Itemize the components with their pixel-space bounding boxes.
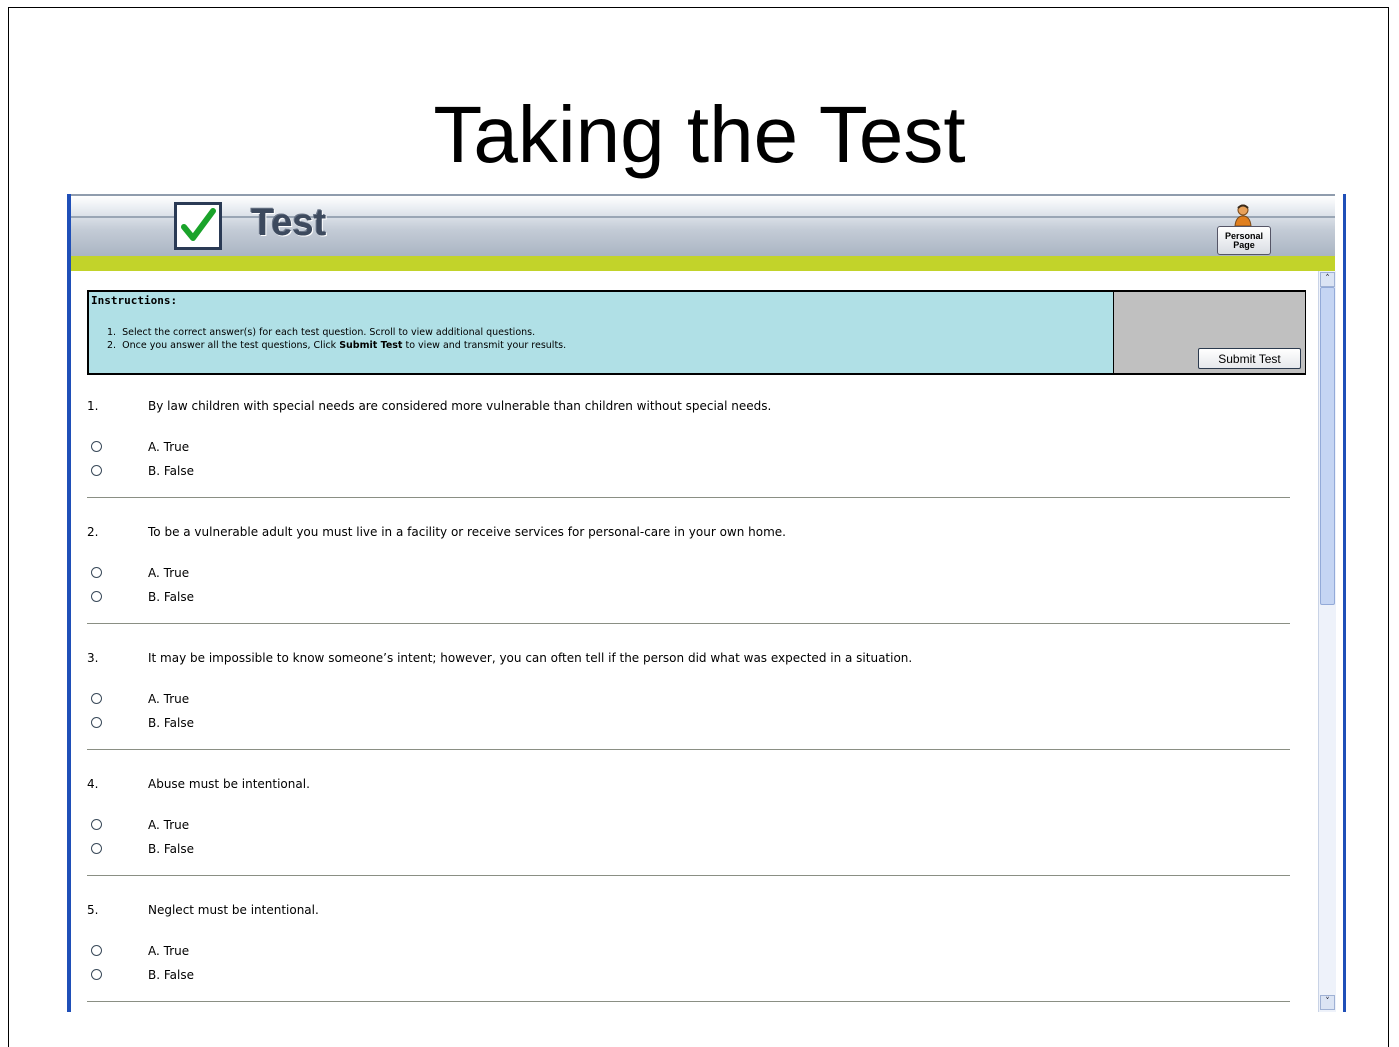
radio-button[interactable]: [91, 441, 102, 452]
instruction-step-2: 2. Once you answer all the test question…: [107, 340, 566, 351]
option-label: B. False: [148, 716, 194, 730]
radio-button[interactable]: [91, 969, 102, 980]
instructions-panel: Instructions: 1. Select the correct answ…: [87, 290, 1306, 375]
app-name: Test: [251, 202, 327, 244]
accent-bar: [71, 256, 1335, 271]
radio-button[interactable]: [91, 693, 102, 704]
question-number: 3.: [87, 651, 99, 665]
instructions-text: Instructions: 1. Select the correct answ…: [89, 292, 1113, 373]
option-label: B. False: [148, 464, 194, 478]
scroll-down-icon[interactable]: ˅: [1320, 995, 1335, 1010]
app-header: Test Personal Page: [71, 194, 1335, 258]
question-number: 1.: [87, 399, 99, 413]
question-divider: [87, 749, 1290, 750]
slide-title: Taking the Test: [433, 90, 966, 179]
question-divider: [87, 1001, 1290, 1002]
question-text: Abuse must be intentional.: [148, 777, 310, 791]
option-label: A. True: [148, 440, 190, 454]
radio-button[interactable]: [91, 945, 102, 956]
question-number: 2.: [87, 525, 99, 539]
question-text: By law children with special needs are c…: [148, 399, 772, 413]
step-text: Once you answer all the test questions, …: [122, 340, 340, 351]
radio-button[interactable]: [91, 843, 102, 854]
vertical-scrollbar[interactable]: ˄ ˅: [1318, 271, 1336, 1012]
question-3: 3. It may be impossible to know someone’…: [71, 651, 1321, 777]
step-text-end: to view and transmit your results.: [402, 340, 567, 351]
question-text: To be a vulnerable adult you must live i…: [148, 525, 786, 539]
window-right-border: [1343, 194, 1346, 1012]
radio-button[interactable]: [91, 567, 102, 578]
question-2: 2. To be a vulnerable adult you must liv…: [71, 525, 1321, 651]
checkmark-icon: [174, 202, 222, 250]
option-label: A. True: [148, 566, 190, 580]
person-icon: [1234, 204, 1252, 226]
step-number: 1.: [107, 327, 117, 338]
personal-page-label-2: Page: [1233, 240, 1255, 250]
option-label: B. False: [148, 968, 194, 982]
option-label: B. False: [148, 842, 194, 856]
question-divider: [87, 497, 1290, 498]
question-divider: [87, 623, 1290, 624]
option-label: A. True: [148, 818, 190, 832]
test-content: Instructions: 1. Select the correct answ…: [71, 271, 1321, 1012]
personal-page-button[interactable]: Personal Page: [1217, 226, 1271, 255]
scroll-thumb[interactable]: [1320, 287, 1335, 605]
scroll-up-icon[interactable]: ˄: [1320, 272, 1335, 287]
option-label: A. True: [148, 944, 190, 958]
instructions-title: Instructions:: [91, 294, 178, 307]
question-text: Neglect must be intentional.: [148, 903, 319, 917]
question-5: 5. Neglect must be intentional. A. True …: [71, 903, 1321, 1012]
radio-button[interactable]: [91, 465, 102, 476]
submit-test-button[interactable]: Submit Test: [1198, 348, 1301, 369]
test-app-window: Test Personal Page Instructions: 1. Sele…: [67, 194, 1346, 1012]
question-1: 1. By law children with special needs ar…: [71, 399, 1321, 525]
question-number: 4.: [87, 777, 99, 791]
question-4: 4. Abuse must be intentional. A. True B.…: [71, 777, 1321, 903]
radio-button[interactable]: [91, 591, 102, 602]
step-text: Select the correct answer(s) for each te…: [122, 327, 536, 338]
option-label: B. False: [148, 590, 194, 604]
step-number: 2.: [107, 340, 117, 351]
question-text: It may be impossible to know someone’s i…: [148, 651, 913, 665]
question-number: 5.: [87, 903, 99, 917]
radio-button[interactable]: [91, 717, 102, 728]
question-divider: [87, 875, 1290, 876]
step-bold-text: Submit Test: [339, 340, 403, 351]
option-label: A. True: [148, 692, 190, 706]
radio-button[interactable]: [91, 819, 102, 830]
instruction-step-1: 1. Select the correct answer(s) for each…: [107, 327, 535, 338]
submit-panel: Submit Test: [1113, 292, 1305, 373]
